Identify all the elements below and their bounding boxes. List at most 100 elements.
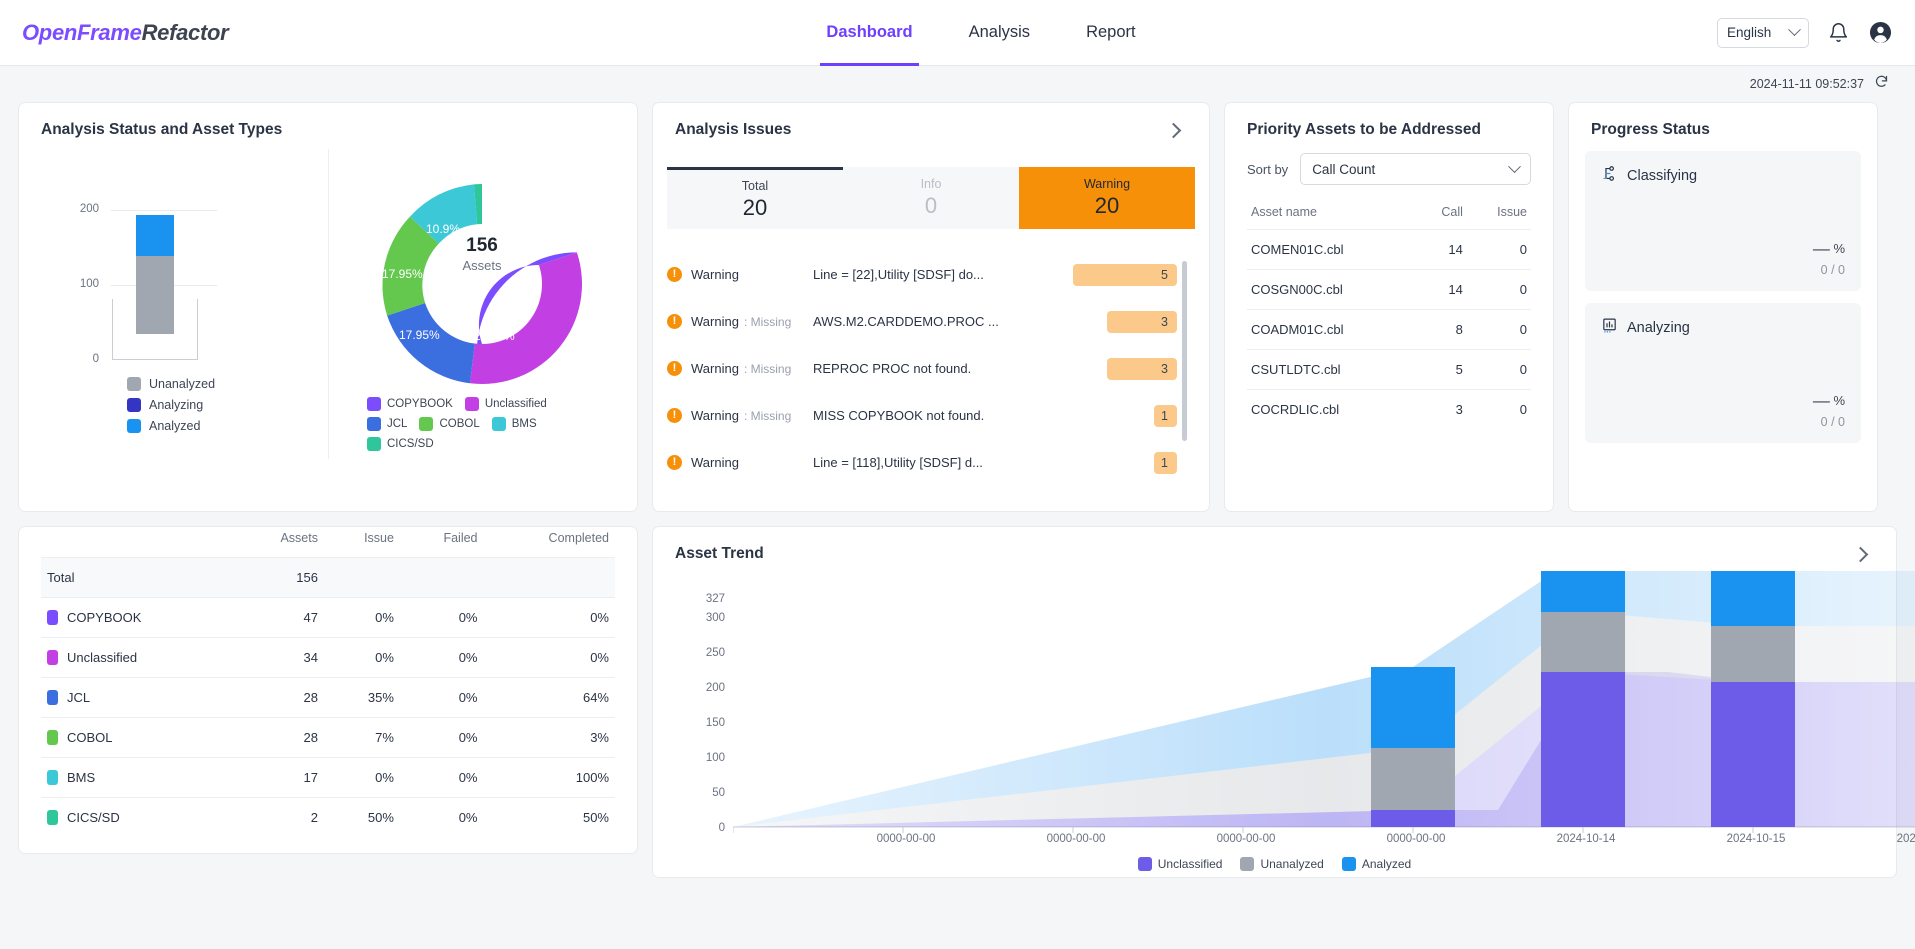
table-row[interactable]: BMS 17 0% 0% 100% [41,757,615,798]
donut-legend-item-copybook[interactable]: COPYBOOK [367,397,453,411]
issue-tab-total[interactable]: Total 20 [667,167,843,229]
app-logo[interactable]: OpenFrameRefactor [22,19,229,46]
cell-issue: 7% [323,717,400,758]
issue-subtype: : Missing [743,408,792,423]
col-header-failed: Failed [443,531,478,545]
donut-label-copybook: 30.13% [494,245,535,259]
donut-legend-swatch-cicssd [367,437,381,451]
trend-xtick-4: 2024-10-14 [1556,833,1616,845]
issue-tab-info-value: 0 [924,193,938,218]
issues-scrollbar[interactable] [1182,261,1187,441]
issue-row[interactable]: ! Warning : Missing REPROC PROC not foun… [667,345,1195,392]
cell-call: 8 [1416,309,1467,350]
account-avatar-icon[interactable] [1867,20,1893,46]
chevron-right-icon[interactable] [1852,546,1869,562]
issue-row[interactable]: ! Warning Line = [118],Utility [SDSF] d.… [667,439,1195,486]
donut-label-jcl: 17.95% [399,328,440,342]
progress-card-name: Classifying [1627,168,1698,184]
issue-count-bar: 3 [1107,310,1177,333]
table-row[interactable]: COSGN00C.cbl 14 0 [1247,269,1531,310]
trend-ytick-0: 0 [718,822,725,834]
top-cards-row: Analysis Issues Total 20 Info 0 Warning … [652,102,1897,512]
donut-legend-label-unclassified: Unclassified [484,398,547,410]
cell-completed[interactable]: 100% [483,757,615,798]
issue-tab-info[interactable]: Info 0 [843,167,1019,229]
issue-row[interactable]: ! Warning : Missing MISS COPYBOOK not fo… [667,392,1195,439]
main-nav: Dashboard Analysis Report [798,0,1163,66]
trend-legend-item-unclassified[interactable]: Unclassified [1137,857,1222,871]
nav-tab-dashboard[interactable]: Dashboard [798,0,940,66]
cell-issue: 0 [1466,309,1531,350]
progress-card-analyzing[interactable]: Analyzing — % 0 / 0 [1585,303,1861,443]
cell-total-assets: 156 [234,557,324,598]
table-row[interactable]: COADM01C.cbl 8 0 [1247,309,1531,350]
progress-card-classifying[interactable]: Classifying — % 0 / 0 [1585,151,1861,291]
legend-item-analyzed[interactable]: Analyzed [127,419,215,433]
type-label: BMS [67,770,96,785]
table-row[interactable]: CSUTLDTC.cbl 5 0 [1247,349,1531,390]
sort-by-label: Sort by [1247,161,1289,177]
type-color-dot [47,770,58,785]
analysis-issues-card: Analysis Issues Total 20 Info 0 Warning … [652,102,1210,512]
type-color-dot [47,690,58,705]
analysis-status-charts: 200 100 0 Unanalyzed Analyzing Analyzed … [19,139,637,469]
progress-percent: — % [1601,239,1845,259]
donut-legend-item-cicssd[interactable]: CICS/SD [367,437,434,451]
cell-completed[interactable]: 50% [483,797,615,837]
warning-icon: ! [667,267,682,282]
refresh-icon[interactable] [1874,74,1889,94]
table-row[interactable]: CICS/SD 2 50% 0% 50% [41,797,615,837]
last-updated-timestamp: 2024-11-11 09:52:37 [1749,77,1864,91]
type-label: COBOL [67,730,113,745]
donut-slice-unclassified [469,252,583,384]
issue-row[interactable]: ! Warning : Missing AWS.M2.CARDDEMO.PROC… [667,298,1195,345]
logo-secondary-text: Refactor [141,19,229,45]
asset-trend-svg[interactable] [733,571,1915,841]
table-row[interactable]: Unclassified 34 0% 0% 0% [41,637,615,678]
language-selector[interactable]: English [1717,17,1809,48]
table-row[interactable]: COMEN01C.cbl 14 0 [1247,229,1531,270]
donut-svg[interactable] [377,179,587,389]
table-row[interactable]: COCRDLIC.cbl 3 0 [1247,389,1531,429]
cell-issue: 0 [1466,269,1531,310]
nav-tab-report[interactable]: Report [1058,0,1164,66]
issue-tab-warning[interactable]: Warning 20 [1019,167,1195,229]
sort-by-select[interactable]: Call Count [1300,153,1531,185]
trend-legend-item-unanalyzed[interactable]: Unanalyzed [1240,857,1324,871]
legend-item-analyzing[interactable]: Analyzing [127,398,215,412]
analysis-status-legend: Unanalyzed Analyzing Analyzed [127,377,215,440]
cell-failed: 0% [399,797,484,837]
donut-legend-swatch-copybook [367,397,381,411]
issue-tab-info-label: Info [920,177,942,191]
donut-legend-item-bms[interactable]: BMS [491,417,537,431]
cell-completed[interactable]: 0% [483,597,615,638]
chevron-right-icon[interactable] [1165,122,1182,138]
type-label: Unclassified [67,650,138,665]
stacked-bar-analysis-status[interactable] [136,215,174,334]
legend-item-unanalyzed[interactable]: Unanalyzed [127,377,215,391]
donut-legend-item-jcl[interactable]: JCL [367,417,407,431]
trend-legend-item-analyzed[interactable]: Analyzed [1341,857,1411,871]
bar-seg-unclassified [1541,672,1625,827]
bar-ytick-200: 200 [79,203,99,215]
table-row[interactable]: COBOL 28 7% 0% 3% [41,717,615,758]
issue-row[interactable]: ! Warning Line = [22],Utility [SDSF] do.… [667,251,1195,298]
cell-asset-name: COMEN01C.cbl [1247,229,1417,270]
bar-seg-analyzed [1371,667,1455,748]
donut-legend-item-cobol[interactable]: COBOL [419,417,480,431]
donut-legend-item-unclassified[interactable]: Unclassified [464,397,547,411]
cell-type-name: COPYBOOK [41,597,235,638]
trend-xtick-3: 0000-00-00 [1386,833,1446,845]
cell-completed[interactable]: 64% [483,677,615,718]
cell-completed[interactable]: 0% [483,637,615,678]
notification-bell-icon[interactable] [1825,20,1851,46]
asset-type-table-card: Assets Issue Failed Completed Total 156 [18,526,638,854]
trend-ytick-300: 300 [705,612,725,624]
nav-tab-analysis[interactable]: Analysis [941,0,1058,66]
table-row[interactable]: JCL 28 35% 0% 64% [41,677,615,718]
bar-ytick-100: 100 [79,278,99,290]
legend-label-analyzing: Analyzing [149,398,204,412]
cell-failed: 0% [399,757,484,798]
cell-completed[interactable]: 3% [483,717,615,758]
table-row[interactable]: COPYBOOK 47 0% 0% 0% [41,597,615,638]
